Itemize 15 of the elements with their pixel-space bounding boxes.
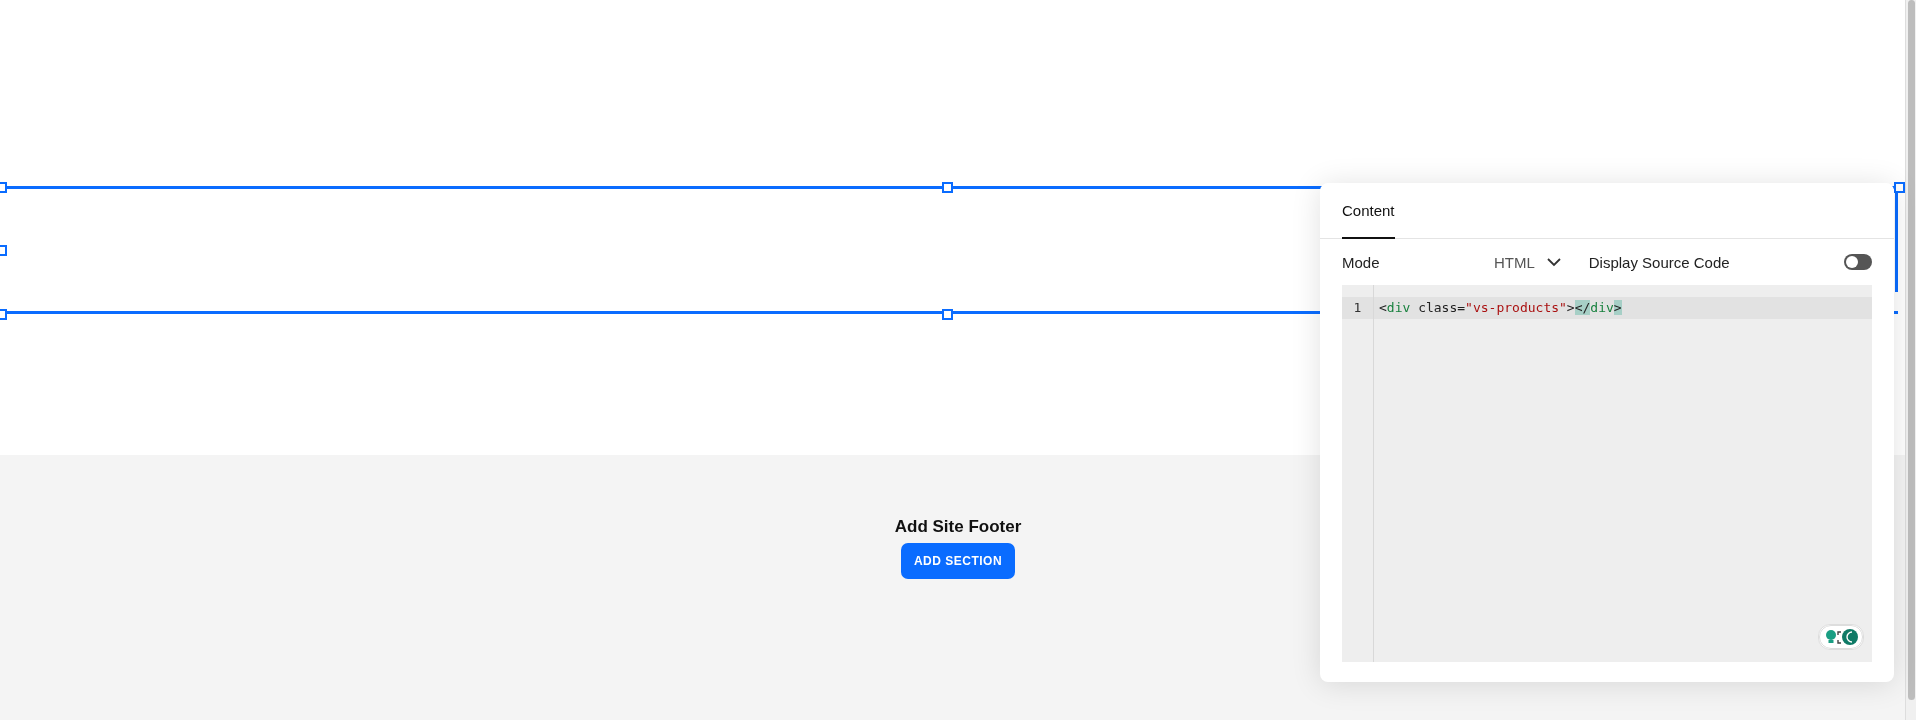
line-number: 1 bbox=[1342, 297, 1373, 319]
footer-title: Add Site Footer bbox=[894, 517, 1022, 537]
assistant-badge-icon[interactable] bbox=[1818, 624, 1864, 650]
display-source-label: Display Source Code bbox=[1588, 253, 1730, 271]
scrollbar[interactable] bbox=[1905, 0, 1916, 720]
resize-handle[interactable] bbox=[1894, 182, 1905, 193]
code-editor[interactable]: 1 <div class="vs-products"></div> bbox=[1342, 285, 1872, 662]
resize-handle[interactable] bbox=[942, 309, 953, 320]
tab[interactable]: Content bbox=[1342, 183, 1395, 239]
chevron-icon bbox=[1546, 257, 1561, 267]
add-section-button[interactable]: ADD SECTION bbox=[900, 543, 1016, 579]
toggle-switch[interactable] bbox=[1844, 254, 1872, 270]
mode-label: Mode bbox=[1342, 253, 1380, 271]
mode-dropdown[interactable]: HTML bbox=[1493, 253, 1561, 271]
resize-handle[interactable] bbox=[942, 182, 953, 193]
